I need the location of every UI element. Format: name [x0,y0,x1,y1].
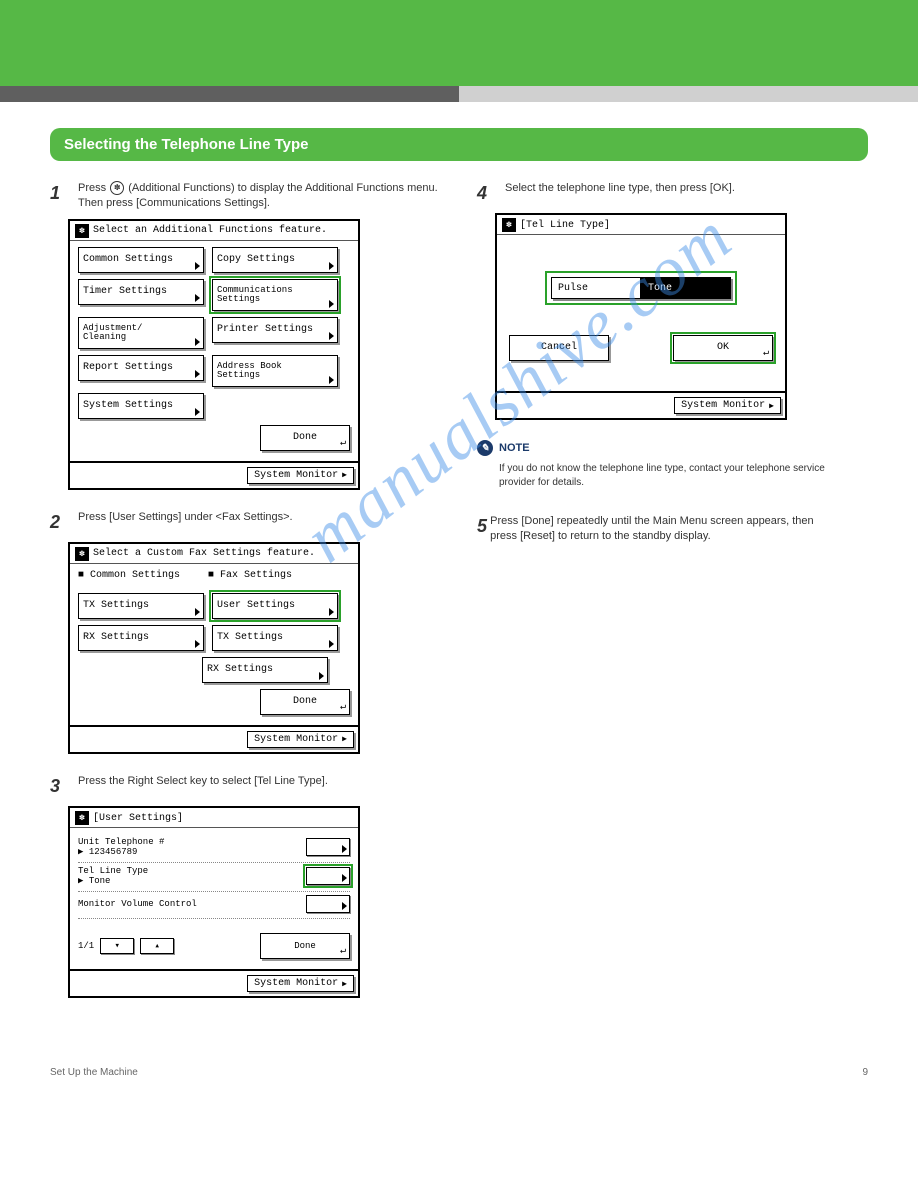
step-4-text: Select the telephone line type, then pre… [505,181,868,196]
btn-communications-settings[interactable]: Communications Settings [212,279,338,311]
note-text: If you do not know the telephone line ty… [499,462,839,490]
btn-address-book-settings[interactable]: Address Book Settings [212,355,338,387]
section-title: Selecting the Telephone Line Type [50,128,868,161]
btn-rx-settings-fax[interactable]: RX Settings [202,657,328,683]
header-grey-bar [0,86,918,102]
row-unit-telephone: Unit Telephone # ▶ 123456789 [78,834,350,863]
lcd-header-icon: ✽ [75,547,89,561]
btn-done[interactable]: Done↵ [260,425,350,451]
btn-done[interactable]: Done↵ [260,933,350,959]
step-4-num: 4 [477,181,499,205]
btn-system-monitor[interactable]: System Monitor▶ [247,467,354,484]
btn-tx-settings-common[interactable]: TX Settings [78,593,204,619]
step-3-num: 3 [50,774,72,798]
pager-down-button[interactable]: ▾ [100,938,134,954]
row-monitor-volume: Monitor Volume Control [78,892,350,919]
tel-type-group: Pulse Tone [545,271,737,305]
btn-system-monitor[interactable]: System Monitor▶ [674,397,781,414]
step-5-num: 5 [477,514,490,544]
pager-count: 1/1 [78,941,94,951]
lcd-header-icon: ✽ [75,811,89,825]
lcd-fax-settings: ✽ Select a Custom Fax Settings feature. … [68,542,360,754]
lcd3-title: [User Settings] [93,813,183,824]
note-heading: ✎ NOTE [477,440,868,456]
step-1-num: 1 [50,181,72,205]
lcd4-title: [Tel Line Type] [520,220,610,231]
btn-system-settings[interactable]: System Settings [78,393,204,419]
btn-timer-settings[interactable]: Timer Settings [78,279,204,305]
step-3: 3 Press the Right Select key to select [… [50,774,441,798]
step-4: 4 Select the telephone line type, then p… [477,181,868,205]
btn-user-settings[interactable]: User Settings [212,593,338,619]
lcd-header-icon: ✽ [75,224,89,238]
step-1-text: Press ✽ (Additional Functions) to displa… [78,181,441,211]
step-5: 5 Press [Done] repeatedly until the Main… [477,514,817,544]
step-5-text: Press [Done] repeatedly until the Main M… [490,514,817,544]
footer-right: 9 [862,1067,868,1078]
row-tel-line-type-select[interactable] [306,867,350,885]
lcd-header-icon: ✽ [502,218,516,232]
step-2: 2 Press [User Settings] under <Fax Setti… [50,510,441,534]
btn-ok[interactable]: OK↵ [673,335,773,361]
btn-pulse[interactable]: Pulse [551,277,641,299]
row-unit-telephone-select[interactable] [306,838,350,856]
btn-copy-settings[interactable]: Copy Settings [212,247,338,273]
step-1: 1 Press ✽ (Additional Functions) to disp… [50,181,441,211]
lcd1-title: Select an Additional Functions feature. [93,225,327,236]
btn-printer-settings[interactable]: Printer Settings [212,317,338,343]
col-fax-label: ■ Fax Settings [208,570,292,581]
row-tel-line-type: Tel Line Type ▶ Tone [78,863,350,892]
step-2-num: 2 [50,510,72,534]
btn-done[interactable]: Done↵ [260,689,350,715]
header-green-bar [0,0,918,86]
btn-system-monitor[interactable]: System Monitor▶ [247,731,354,748]
step-3-text: Press the Right Select key to select [Te… [78,774,441,789]
btn-report-settings[interactable]: Report Settings [78,355,204,381]
additional-functions-icon: ✽ [110,181,124,195]
row-monitor-volume-select[interactable] [306,895,350,913]
btn-cancel[interactable]: Cancel [509,335,609,361]
btn-tone[interactable]: Tone [641,277,731,299]
btn-rx-settings-common[interactable]: RX Settings [78,625,204,651]
note-icon: ✎ [477,440,493,456]
step-2-text: Press [User Settings] under <Fax Setting… [78,510,441,525]
btn-adjustment-cleaning[interactable]: Adjustment/ Cleaning [78,317,204,349]
btn-common-settings[interactable]: Common Settings [78,247,204,273]
lcd-tel-line-type: ✽ [Tel Line Type] Pulse Tone Cancel OK↵ [495,213,787,420]
btn-tx-settings-fax[interactable]: TX Settings [212,625,338,651]
lcd-user-settings: ✽ [User Settings] Unit Telephone # ▶ 123… [68,806,360,998]
footer-left: Set Up the Machine [50,1067,138,1078]
pager-up-button[interactable]: ▴ [140,938,174,954]
lcd-additional-functions: ✽ Select an Additional Functions feature… [68,219,360,490]
col-common-label: ■ Common Settings [78,570,180,581]
lcd2-title: Select a Custom Fax Settings feature. [93,548,315,559]
btn-system-monitor[interactable]: System Monitor▶ [247,975,354,992]
